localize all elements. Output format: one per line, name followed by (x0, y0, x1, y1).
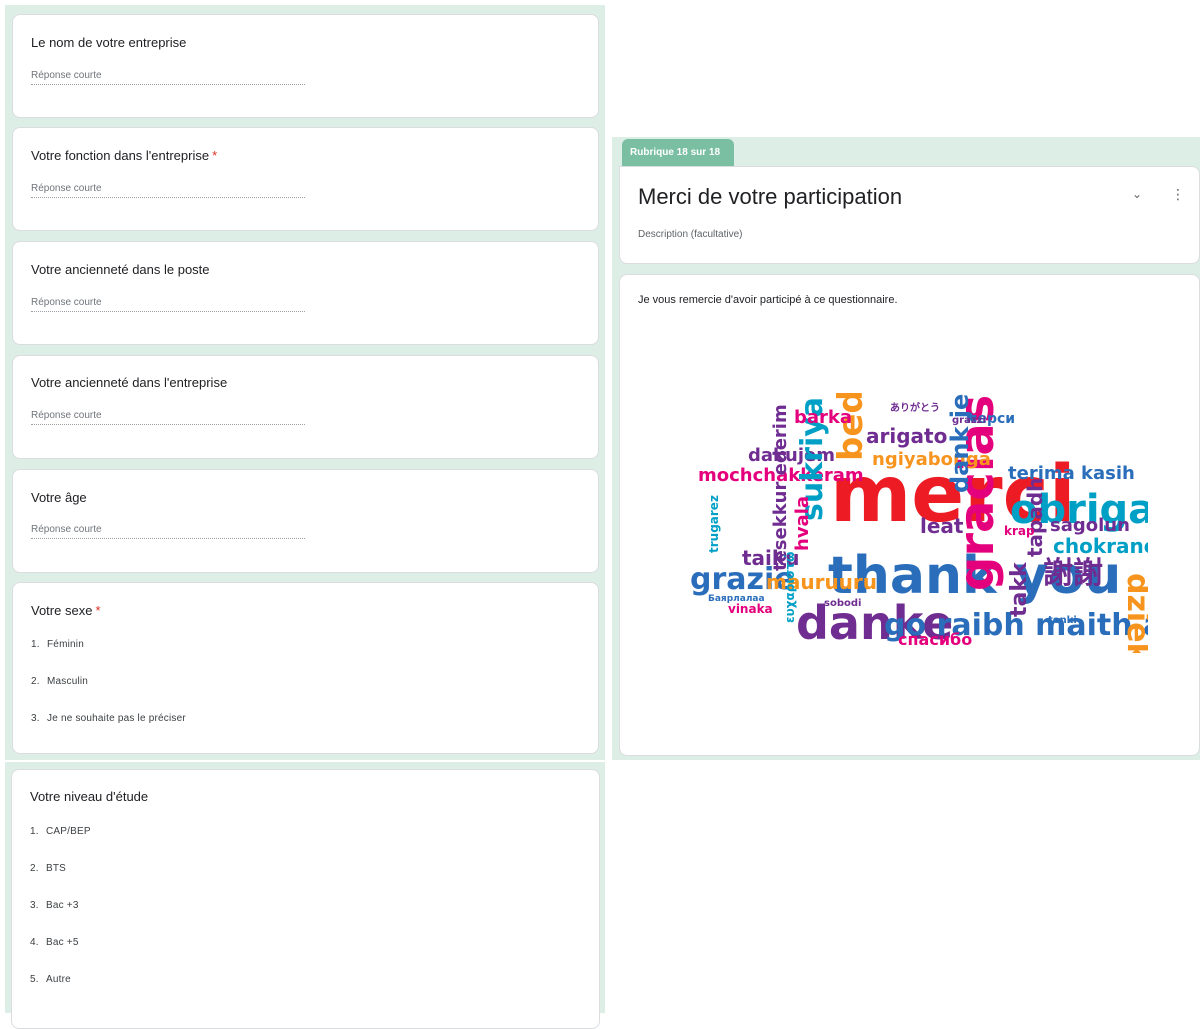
word-cloud-word: ευχαριστώ (783, 552, 797, 623)
question-card-fonction: Votre fonction dans l'entreprise * Répons… (12, 127, 599, 231)
short-answer-field[interactable]: Réponse courte (31, 524, 305, 539)
word-cloud-word: takk (1007, 561, 1032, 617)
option-number: 3. (31, 713, 40, 724)
word-cloud-word: tenki (1048, 615, 1077, 626)
option-item[interactable]: 2. BTS (30, 863, 66, 874)
question-title: Votre ancienneté dans le poste (31, 262, 210, 277)
word-cloud-word: 謝謝 (1043, 556, 1103, 591)
option-label: Autre (46, 974, 71, 985)
question-title: Votre sexe * (31, 603, 101, 618)
question-card-age: Votre âge Réponse courte (12, 469, 599, 573)
option-item[interactable]: 1. CAP/BEP (30, 826, 91, 837)
question-title-text: Votre sexe (31, 603, 93, 618)
short-answer-field[interactable]: Réponse courte (31, 297, 305, 312)
option-item[interactable]: 4. Bac +5 (30, 937, 79, 948)
section-tab: Rubrique 18 sur 18 (622, 139, 734, 166)
required-asterisk: * (212, 148, 218, 163)
short-answer-field[interactable]: Réponse courte (31, 70, 305, 85)
option-number: 3. (30, 900, 39, 911)
word-cloud-word: dziekuje (1120, 573, 1148, 653)
word-cloud-word: спасибо (898, 630, 972, 649)
option-number: 2. (31, 676, 40, 687)
option-label: Masculin (47, 676, 89, 687)
question-title: Votre fonction dans l'entreprise * (31, 148, 217, 163)
option-number: 2. (30, 863, 39, 874)
short-answer-field[interactable]: Réponse courte (31, 183, 305, 198)
option-label: Bac +3 (46, 900, 79, 911)
word-cloud-word: trugarez (707, 495, 721, 553)
word-cloud-word: Баярлалаа (708, 594, 765, 604)
option-item[interactable]: 2. Masculin (31, 676, 88, 687)
question-card-anciennete-poste: Votre ancienneté dans le poste Réponse c… (12, 241, 599, 345)
question-card-entreprise: Le nom de votre entreprise Réponse court… (12, 14, 599, 118)
section-title[interactable]: Merci de votre participation (638, 184, 902, 210)
word-cloud-word: hvala (792, 496, 813, 551)
more-vert-icon[interactable]: ⋮ (1171, 186, 1185, 203)
word-cloud-word: ありがとう (890, 401, 940, 414)
option-item[interactable]: 5. Autre (30, 974, 71, 985)
option-number: 1. (30, 826, 39, 837)
option-item[interactable]: 3. Je ne souhaite pas le préciser (31, 713, 186, 724)
word-cloud-word: krap (1004, 524, 1035, 538)
option-item[interactable]: 3. Bac +3 (30, 900, 79, 911)
question-title: Le nom de votre entreprise (31, 35, 187, 50)
option-label: Je ne souhaite pas le préciser (47, 713, 186, 724)
word-cloud-word: leat (920, 514, 964, 538)
word-cloud-word: vinaka (728, 602, 773, 616)
word-cloud-word: chokrane (1053, 534, 1148, 558)
option-label: Féminin (47, 639, 84, 650)
option-item[interactable]: 1. Féminin (31, 639, 84, 650)
question-card-anciennete-entreprise: Votre ancienneté dans l'entreprise Répon… (12, 355, 599, 459)
option-label: CAP/BEP (46, 826, 91, 837)
word-cloud-word: grazzi (952, 415, 986, 426)
word-cloud-word: tapadh (1023, 478, 1047, 557)
section-description[interactable]: Description (facultative) (638, 229, 742, 240)
question-title: Votre niveau d'étude (30, 789, 149, 804)
word-cloud-word: arigato (866, 424, 947, 448)
question-card-etude: Votre niveau d'étude 1. CAP/BEP 2. BTS 3. B… (11, 769, 600, 1029)
section-header-card: Merci de votre participation Description… (619, 166, 1200, 264)
required-asterisk: * (95, 603, 101, 618)
word-cloud-word: sagolun (1050, 515, 1130, 536)
option-label: Bac +5 (46, 937, 79, 948)
thanks-text: Je vous remercie d'avoir participé à ce … (638, 294, 898, 306)
question-title: Votre ancienneté dans l'entreprise (31, 375, 228, 390)
option-number: 5. (30, 974, 39, 985)
word-cloud-image: mercithank youdankegraciasobrigadogo rai… (690, 393, 1148, 653)
word-cloud-word: sobodi (824, 598, 861, 609)
question-title: Votre âge (31, 490, 87, 505)
option-number: 4. (30, 937, 39, 948)
option-label: BTS (46, 863, 67, 874)
question-card-sexe: Votre sexe * 1. Féminin 2. Masculin 3. Je ne… (12, 582, 599, 754)
word-cloud-word: barka (794, 407, 852, 428)
question-title-text: Votre fonction dans l'entreprise (31, 148, 210, 163)
collapse-icon[interactable]: ⌄ (1132, 187, 1142, 201)
section-content-card: Je vous remercie d'avoir participé à ce … (619, 274, 1200, 756)
word-cloud-word: dank je (946, 394, 974, 493)
option-number: 1. (31, 639, 40, 650)
short-answer-field[interactable]: Réponse courte (31, 410, 305, 425)
